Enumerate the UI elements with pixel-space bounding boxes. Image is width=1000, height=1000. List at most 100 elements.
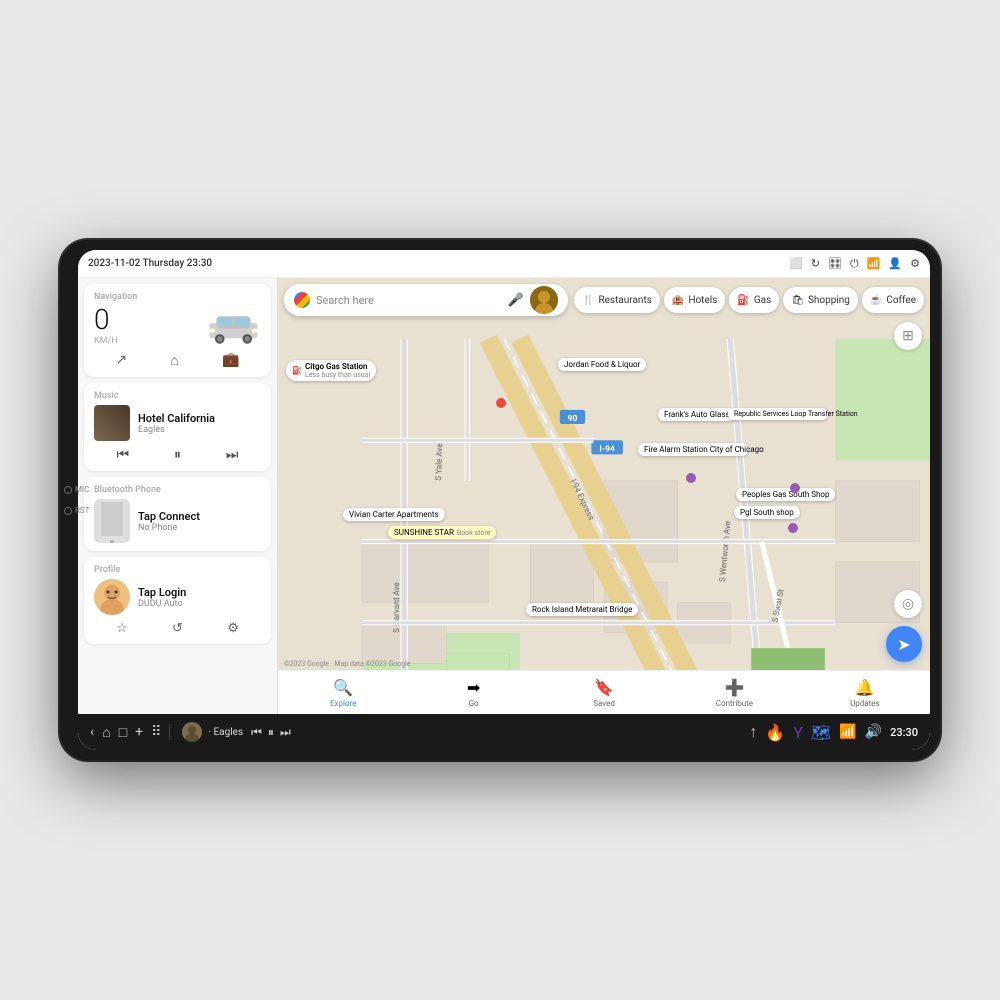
user-map-avatar[interactable] — [530, 286, 558, 314]
car-icon — [206, 309, 261, 344]
poi-rock-island[interactable]: Rock Island Metrarait Bridge — [526, 603, 638, 616]
svg-text:S Yale Ave: S Yale Ave — [434, 443, 446, 481]
map-pin-purple3 — [788, 523, 798, 533]
back-btn[interactable]: ‹ — [90, 724, 94, 740]
speed-value: 0 — [94, 306, 118, 334]
bottom-time: 23:30 — [890, 726, 918, 739]
track-avatar — [182, 722, 202, 742]
filter-restaurants[interactable]: 🍴Restaurants — [574, 287, 660, 313]
bottom-play-controls: ⏮ ⏸ ⏭ — [251, 725, 291, 740]
map-pin-purple — [686, 473, 696, 483]
bottom-app-icons: ↑ 🔥 Y 🗺 📶 🔊 23:30 — [749, 722, 918, 742]
device-frame: MIC RST 2023-11-02 Thursday 23:30 ⬜ ↻ 🎛 … — [60, 240, 940, 760]
profile-widget: Profile — [84, 557, 271, 644]
nav-home-btn[interactable]: ⌂ — [170, 352, 178, 369]
poi-vivian[interactable]: Vivian Carter Apartments — [343, 508, 445, 521]
speed-unit: KM/H — [94, 336, 118, 346]
map-nav-saved[interactable]: 🔖 Saved — [539, 678, 669, 708]
profile-subtitle: DUDU Auto — [138, 599, 261, 609]
nav-label: Navigation — [94, 292, 261, 302]
poi-jordan-food[interactable]: Jordan Food & Liquor — [558, 358, 646, 371]
track-name: · Eagles — [208, 727, 243, 738]
user-icon: 👤 — [888, 257, 902, 270]
map-nav-explore[interactable]: 🔍 Explore — [278, 678, 408, 708]
music-thumbnail — [94, 405, 130, 441]
grid-btn[interactable]: ⠿ — [151, 724, 161, 740]
recent-apps-btn[interactable]: □ — [119, 724, 127, 741]
nav-actions: ↗ ⌂ 💼 — [94, 352, 261, 369]
poi-fire-alarm[interactable]: Fire Alarm Station City of Chicago — [638, 443, 748, 456]
rst-button[interactable]: RST — [64, 506, 89, 515]
main-content: Navigation 0 KM/H — [78, 278, 930, 714]
bottom-prev-btn[interactable]: ⏮ — [251, 725, 262, 740]
svg-text:I-94: I-94 — [599, 445, 615, 455]
map-navigation-fab[interactable]: ➤ — [886, 626, 922, 662]
profile-avatar — [94, 579, 130, 615]
bottom-track-info: · Eagles — [182, 722, 243, 742]
music-title: Hotel California — [138, 412, 261, 425]
svg-text:90: 90 — [568, 414, 578, 424]
poi-republic[interactable]: Republic Services Loop Transfer Station — [728, 408, 828, 420]
bottom-play-btn[interactable]: ⏸ — [268, 725, 274, 740]
music-next-btn[interactable]: ⏭ — [226, 447, 239, 463]
bt-subtitle: No Phone — [138, 523, 261, 533]
home-btn[interactable]: ⌂ — [102, 724, 110, 741]
map-layers-btn[interactable]: ⊞ — [894, 322, 922, 350]
location-app-icon[interactable]: ↑ — [749, 722, 757, 742]
map-nav-updates[interactable]: 🔔 Updates — [800, 678, 930, 708]
map-copyright: ©2023 Google · Map data ©2023 Google — [284, 660, 411, 668]
maps-app-icon[interactable]: 🗺 — [811, 723, 831, 742]
left-panel: Navigation 0 KM/H — [78, 278, 278, 714]
screen: 2023-11-02 Thursday 23:30 ⬜ ↻ 🎛 ⏻ 📶 👤 ⚙ … — [78, 250, 930, 750]
map-compass[interactable]: ◎ — [894, 590, 922, 618]
profile-name: Tap Login — [138, 586, 261, 599]
wifi-bottom-icon: 📶 — [839, 724, 856, 740]
music-controls: ⏮ ⏸ ⏭ — [94, 447, 261, 463]
filter-hotels[interactable]: 🏨Hotels — [664, 287, 725, 313]
profile-sync-btn[interactable]: ↺ — [172, 621, 183, 636]
power-icon: ⏻ — [850, 257, 859, 271]
volume-icon[interactable]: 🔊 — [865, 724, 882, 740]
search-box[interactable]: Search here 🎤 — [284, 284, 568, 316]
music-artist: Eagles — [138, 425, 261, 435]
map-bottom-nav: 🔍 Explore ➡ Go 🔖 Saved ➕ — [278, 670, 930, 714]
map-background: 90 I-94 I-94 Express S Harvard Ave — [278, 278, 930, 714]
music-widget: Music Hotel California Eagles ⏮ ⏸ ⏭ — [84, 383, 271, 471]
profile-settings-btn[interactable]: ⚙ — [227, 621, 239, 636]
settings-wheel-icon: 🎛 — [828, 257, 842, 270]
refresh-icon: ↻ — [811, 257, 820, 270]
music-pause-btn[interactable]: ⏸ — [174, 447, 181, 463]
fire-app-icon[interactable]: 🔥 — [765, 723, 785, 742]
bt-phone-image — [94, 499, 130, 543]
filter-coffee[interactable]: ☕Coffee — [862, 287, 924, 313]
poi-peoples[interactable]: Peoples Gas South Shop — [736, 488, 835, 501]
bottom-next-btn[interactable]: ⏭ — [280, 725, 291, 740]
nav-work-btn[interactable]: 💼 — [222, 352, 239, 369]
bt-label: Bluetooth Phone — [94, 485, 261, 495]
status-icons-group: ⬜ ↻ 🎛 ⏻ 📶 👤 ⚙ — [789, 257, 920, 271]
bt-title: Tap Connect — [138, 510, 261, 523]
poi-sunshine[interactable]: SUNSHINE STAR Book store — [388, 526, 496, 539]
music-label: Music — [94, 391, 261, 401]
yahoo-app-icon[interactable]: Y — [793, 723, 803, 742]
add-btn[interactable]: + — [135, 724, 143, 740]
filter-gas[interactable]: ⛽Gas — [729, 287, 779, 313]
poi-franks[interactable]: Frank's Auto Glass — [658, 408, 736, 421]
poi-citgo[interactable]: ⛽ Citgo Gas Station Less busy than usual — [286, 360, 376, 381]
map-area[interactable]: 90 I-94 I-94 Express S Harvard Ave — [278, 278, 930, 714]
profile-star-btn[interactable]: ☆ — [116, 621, 128, 636]
map-filter-chips: 🍴Restaurants 🏨Hotels ⛽Gas 🛍Shopping — [574, 287, 924, 313]
music-prev-btn[interactable]: ⏮ — [116, 447, 129, 463]
map-nav-contribute[interactable]: ➕ Contribute — [669, 678, 799, 708]
mic-search-icon[interactable]: 🎤 — [508, 293, 524, 308]
gear-icon: ⚙ — [910, 257, 920, 270]
poi-pgl[interactable]: Pgl South shop — [734, 506, 800, 519]
map-nav-go[interactable]: ➡ Go — [408, 678, 538, 708]
status-date: 2023-11-02 Thursday 23:30 — [88, 258, 212, 269]
map-pin-purple2 — [790, 483, 800, 493]
map-search-bar: Search here 🎤 — [284, 284, 924, 316]
mic-button[interactable]: MIC — [64, 485, 89, 494]
filter-shopping[interactable]: 🛍Shopping — [783, 287, 858, 313]
google-logo — [294, 292, 310, 308]
nav-directions-btn[interactable]: ↗ — [116, 352, 128, 369]
